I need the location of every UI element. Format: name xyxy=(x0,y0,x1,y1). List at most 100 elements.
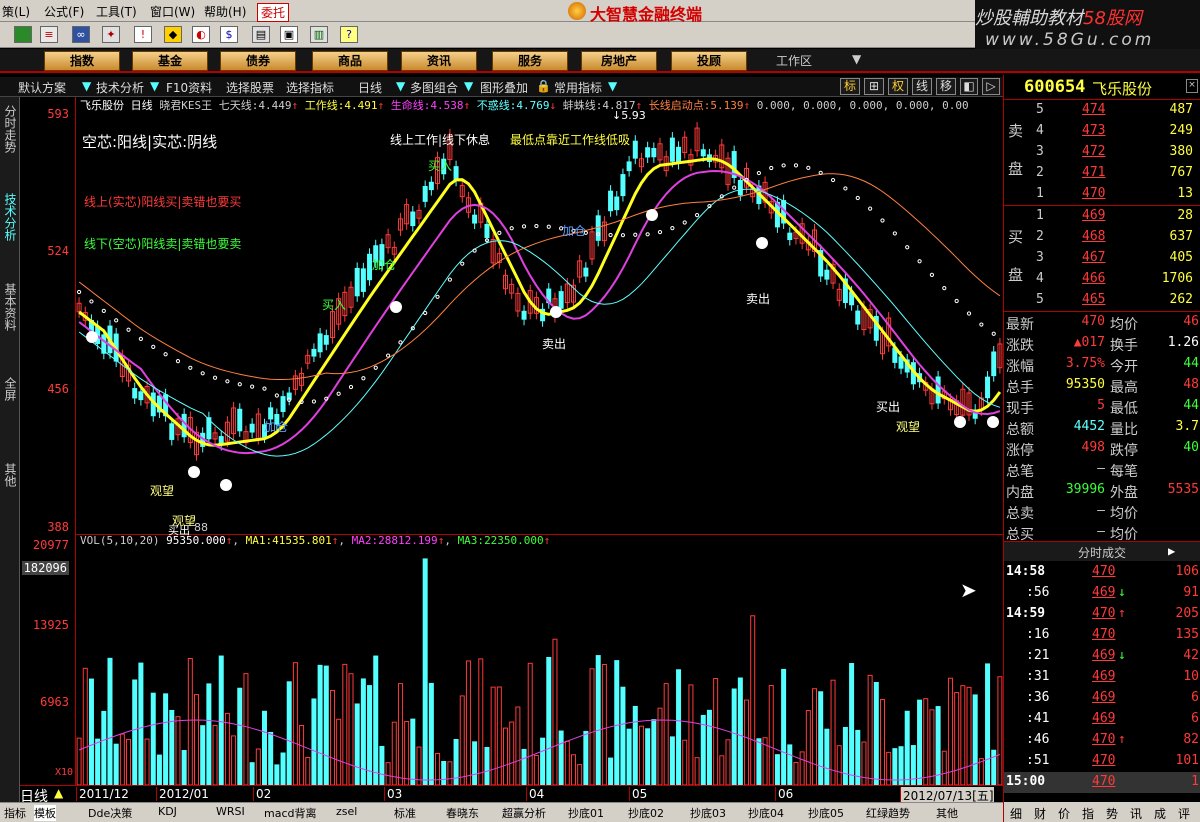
dropdown-icon[interactable]: ▼ xyxy=(396,79,405,93)
tab-timeshare[interactable]: 分时走势 xyxy=(3,105,17,153)
volume-chart[interactable] xyxy=(76,535,1003,785)
radar-icon[interactable]: ✦ xyxy=(102,26,120,43)
indicator-tab[interactable]: 抄底03 xyxy=(690,805,726,821)
dropdown-icon[interactable]: ▼ xyxy=(150,79,159,93)
warning-icon[interactable]: ◆ xyxy=(164,26,182,43)
bid-row[interactable]: 4 466 1706 xyxy=(1004,269,1200,290)
quote-tab[interactable]: 价 xyxy=(1058,805,1070,822)
menu-window[interactable]: 窗口(W) xyxy=(150,3,195,20)
flag-icon[interactable] xyxy=(14,26,32,43)
overlay[interactable]: 图形叠加 xyxy=(480,79,528,96)
indicator-tab[interactable]: KDJ xyxy=(158,805,177,818)
tab-fullscreen[interactable]: 全屏 xyxy=(3,377,17,401)
indicator-tab[interactable]: 抄底02 xyxy=(628,805,664,821)
window-icon[interactable]: ▣ xyxy=(280,26,298,43)
nav-index[interactable]: 指数 xyxy=(44,51,120,71)
binocular-icon[interactable]: ∞ xyxy=(72,26,90,43)
volume-bar xyxy=(187,657,193,785)
dropdown-icon[interactable]: ▼ xyxy=(608,79,617,93)
tab-basic-info[interactable]: 基本资料 xyxy=(3,283,17,331)
indicator-tab[interactable]: 春晓东 xyxy=(446,805,479,821)
indicator-tab[interactable]: 指标 xyxy=(4,805,26,821)
menu-help[interactable]: 帮助(H) xyxy=(204,3,246,20)
indicator-tab[interactable]: 模板 xyxy=(34,805,56,821)
tab-other[interactable]: 其他 xyxy=(3,463,17,487)
nav-real-estate[interactable]: 房地产 xyxy=(581,51,657,71)
prev-icon[interactable]: ◧ xyxy=(960,78,978,95)
tech-analysis-menu[interactable]: 技术分析 xyxy=(96,79,144,96)
indicator-tab[interactable]: macd背离 xyxy=(264,805,317,821)
menu-strategy[interactable]: 策(L) xyxy=(2,3,30,20)
volume-bar xyxy=(954,692,960,785)
ask-row[interactable]: 5 474 487 xyxy=(1004,100,1200,121)
line-button[interactable]: 线 xyxy=(912,78,932,95)
bid-row[interactable]: 3 467 405 xyxy=(1004,248,1200,269)
quote-tab[interactable]: 评 xyxy=(1178,805,1190,822)
candle-body xyxy=(824,269,830,280)
ask-row[interactable]: 4 473 249 xyxy=(1004,121,1200,142)
expand-icon[interactable]: ▶ xyxy=(1168,544,1175,558)
bar-icon[interactable]: ▥ xyxy=(310,26,328,43)
print-icon[interactable]: ▤ xyxy=(252,26,270,43)
indicator-tab[interactable]: Dde决策 xyxy=(88,805,132,821)
ask-row[interactable]: 3 472 380 xyxy=(1004,142,1200,163)
tab-tech-analysis[interactable]: 技术分析 xyxy=(3,193,17,241)
nav-fund[interactable]: 基金 xyxy=(132,51,208,71)
quote-tab[interactable]: 指 xyxy=(1082,805,1094,822)
indicator-tab[interactable]: zsel xyxy=(336,805,357,818)
help-icon[interactable]: ? xyxy=(340,26,358,43)
move-button[interactable]: 移 xyxy=(936,78,956,95)
nav-news[interactable]: 资讯 xyxy=(401,51,477,71)
alert-icon[interactable]: ! xyxy=(134,26,152,43)
indicator-tab[interactable]: 超赢分析 xyxy=(502,805,546,821)
indicator-tab[interactable]: 抄底05 xyxy=(808,805,844,821)
lock-icon[interactable]: 🔒 xyxy=(536,79,551,93)
menu-formula[interactable]: 公式(F) xyxy=(44,3,84,20)
list-icon[interactable]: ≡ xyxy=(40,26,58,43)
f10-menu[interactable]: F10资料 xyxy=(166,79,212,96)
quote-tab[interactable]: 财 xyxy=(1034,805,1046,822)
bid-row[interactable]: 2 468 637 xyxy=(1004,227,1200,248)
indicator-tab[interactable]: 其他 xyxy=(936,805,958,821)
default-scheme[interactable]: 默认方案 xyxy=(18,79,66,96)
rights-button[interactable]: 权 xyxy=(888,78,908,95)
indicator-tab[interactable]: WRSI xyxy=(216,805,245,818)
quote-tab[interactable]: 成 xyxy=(1154,805,1166,822)
up-arrow-icon[interactable]: ▲ xyxy=(54,786,63,800)
indicator-tab[interactable]: 抄底01 xyxy=(568,805,604,821)
workspace-tab[interactable]: 工作区 xyxy=(776,52,812,69)
kline-chart[interactable] xyxy=(76,97,1003,535)
select-stock[interactable]: 选择股票 xyxy=(226,79,274,96)
nav-advisor[interactable]: 投顾 xyxy=(671,51,747,71)
indicator-tab[interactable]: 红绿趋势 xyxy=(866,805,910,821)
volume-bar xyxy=(725,739,731,785)
mark-button[interactable]: 标 xyxy=(840,78,860,95)
dollar-icon[interactable]: $ xyxy=(220,26,238,43)
bid-row[interactable]: 5 465 262 xyxy=(1004,290,1200,311)
quote-tab[interactable]: 细 xyxy=(1010,805,1022,822)
ask-row[interactable]: 1 470 13 xyxy=(1004,184,1200,205)
dropdown-icon[interactable]: ▼ xyxy=(464,79,473,93)
menu-tools[interactable]: 工具(T) xyxy=(96,3,137,20)
nav-service[interactable]: 服务 xyxy=(492,51,568,71)
nav-commodity[interactable]: 商品 xyxy=(312,51,388,71)
chart-icon[interactable]: ◐ xyxy=(192,26,210,43)
dropdown-icon[interactable]: ▼ xyxy=(82,79,91,93)
common-indicator[interactable]: 常用指标 xyxy=(554,79,602,96)
ask-row[interactable]: 2 471 767 xyxy=(1004,163,1200,184)
close-icon[interactable]: × xyxy=(1186,79,1198,93)
dropdown-icon[interactable]: ▼ xyxy=(852,52,861,66)
grid-button[interactable]: ⊞ xyxy=(864,78,884,95)
multi-chart[interactable]: 多图组合 xyxy=(410,79,458,96)
bid-row[interactable]: 1 469 28 xyxy=(1004,206,1200,227)
nav-bond[interactable]: 债券 xyxy=(220,51,296,71)
select-indicator[interactable]: 选择指标 xyxy=(286,79,334,96)
indicator-tab[interactable]: 抄底04 xyxy=(748,805,784,821)
tick-time: :36 xyxy=(1026,690,1050,705)
period-daily[interactable]: 日线 xyxy=(358,79,382,96)
quote-tab[interactable]: 势 xyxy=(1106,805,1118,822)
next-icon[interactable]: ▷ xyxy=(982,78,1000,95)
quote-tab[interactable]: 讯 xyxy=(1130,805,1142,822)
indicator-tab[interactable]: 标准 xyxy=(394,805,416,821)
sell-tab[interactable]: 委托 xyxy=(257,3,290,22)
